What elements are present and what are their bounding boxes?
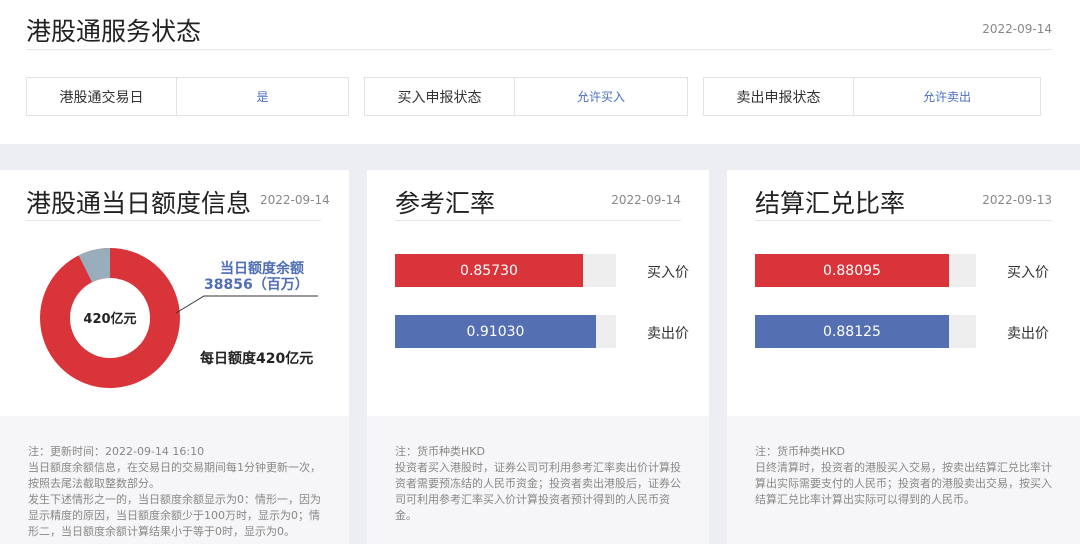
reference-rate-note: 注：货币种类HKD 投资者买入港股时，证券公司可利用参考汇率卖出价计算投资者需要… xyxy=(367,416,709,544)
status-trading-day: 港股通交易日 是 xyxy=(26,77,349,116)
note-line: 投资者买入港股时，证券公司可利用参考汇率卖出价计算投资者需要预冻结的人民币资金；… xyxy=(395,461,681,522)
settlement-buy-rate-label: 买入价 xyxy=(1007,265,1049,281)
reference-rate-title: 参考汇率 xyxy=(395,189,496,218)
reference-buy-rate-bar: 0.85730 xyxy=(395,254,583,287)
settlement-rate-title: 结算汇兑比率 xyxy=(755,189,906,218)
note-line: 当日额度余额信息，在交易日的交易期间每1分钟更新一次，按照去尾法截取整数部分。 xyxy=(28,461,321,490)
status-label: 买入申报状态 xyxy=(365,78,515,115)
status-label: 卖出申报状态 xyxy=(704,78,854,115)
quota-note: 注：更新时间：2022-09-14 16:10 当日额度余额信息，在交易日的交易… xyxy=(0,416,349,544)
status-value: 允许买入 xyxy=(576,90,625,104)
reference-buy-rate-row: 0.85730 买入价 xyxy=(395,254,695,287)
status-sell: 卖出申报状态 允许卖出 xyxy=(703,77,1041,116)
note-line: 注：货币种类HKD xyxy=(395,445,485,458)
settlement-rate-date: 2022-09-13 xyxy=(982,193,1052,207)
settlement-sell-rate-row: 0.88125 卖出价 xyxy=(755,315,1055,348)
settlement-rate-card: 结算汇兑比率 2022-09-13 0.88095 买入价 0.88125 卖出… xyxy=(727,170,1080,544)
divider xyxy=(395,220,681,221)
callout-leader-line xyxy=(175,295,318,314)
status-label: 港股通交易日 xyxy=(27,78,177,115)
daily-quota-label: 每日额度420亿元 xyxy=(200,351,314,367)
divider xyxy=(26,49,1052,50)
reference-rate-date: 2022-09-14 xyxy=(611,193,681,207)
status-value: 允许卖出 xyxy=(922,90,971,104)
reference-rate-card: 参考汇率 2022-09-14 0.85730 买入价 0.91030 卖出价 … xyxy=(367,170,709,544)
reference-sell-rate-label: 卖出价 xyxy=(647,326,689,342)
quota-card: 港股通当日额度信息 2022-09-14 420亿元 当日额度余额 38856（… xyxy=(0,170,349,544)
donut-center-label: 420亿元 xyxy=(83,312,137,327)
service-status-panel: 港股通服务状态 2022-09-14 港股通交易日 是 买入申报状态 允许买入 … xyxy=(0,0,1080,144)
settlement-buy-rate-bar: 0.88095 xyxy=(755,254,949,287)
note-line: 注：货币种类HKD xyxy=(755,445,845,458)
note-line: 注：更新时间：2022-09-14 16:10 xyxy=(28,445,205,458)
divider xyxy=(755,220,1052,221)
settlement-sell-rate-bar: 0.88125 xyxy=(755,315,949,348)
status-buy: 买入申报状态 允许买入 xyxy=(364,77,688,116)
service-status-date: 2022-09-14 xyxy=(982,22,1052,36)
service-status-title: 港股通服务状态 xyxy=(26,17,202,46)
settlement-sell-rate-label: 卖出价 xyxy=(1007,326,1049,342)
reference-sell-rate-bar: 0.91030 xyxy=(395,315,596,348)
settlement-buy-rate-row: 0.88095 买入价 xyxy=(755,254,1055,287)
status-value: 是 xyxy=(256,90,269,104)
settlement-rate-note: 注：货币种类HKD 日终清算时，投资者的港股买入交易，按卖出结算汇兑比率计算出实… xyxy=(727,416,1080,544)
remaining-quota-value: 38856（百万） xyxy=(204,277,309,293)
reference-buy-rate-label: 买入价 xyxy=(647,265,689,281)
reference-sell-rate-row: 0.91030 卖出价 xyxy=(395,315,695,348)
note-line: 发生下述情形之一的，当日额度余额显示为0：情形一，因为显示精度的原因，当日额度余… xyxy=(28,493,321,538)
note-line: 日终清算时，投资者的港股买入交易，按卖出结算汇兑比率计算出实际需要支付的人民币；… xyxy=(755,461,1052,506)
